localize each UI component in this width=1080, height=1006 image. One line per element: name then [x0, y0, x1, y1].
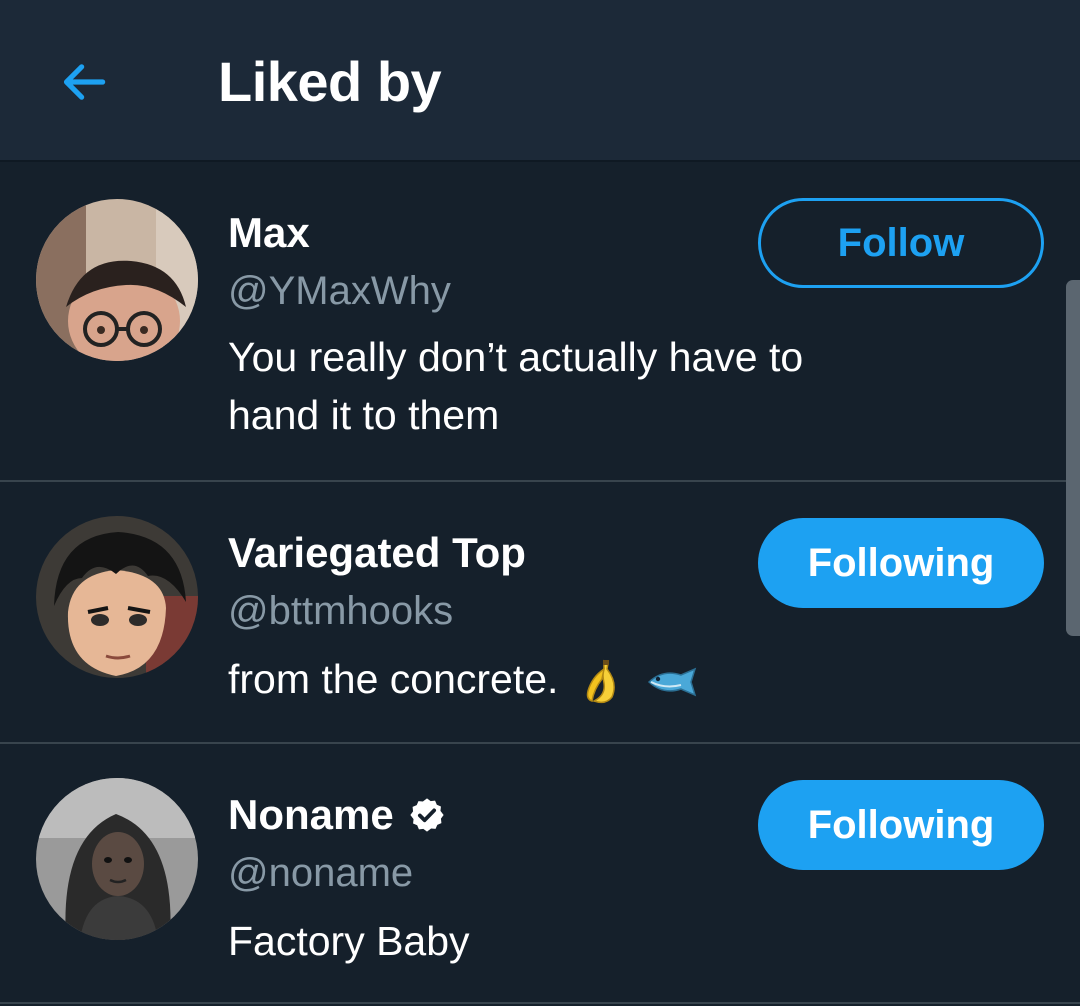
user-handle: @YMaxWhy	[228, 269, 451, 313]
scrollbar[interactable]	[1066, 280, 1080, 636]
user-photo-avatar	[36, 199, 198, 361]
user-row[interactable]: Max @YMaxWhy You really don’t actually h…	[0, 162, 1080, 482]
user-bio: from the concrete.	[228, 650, 908, 708]
user-bio-line: You really don’t actually have to	[228, 334, 804, 380]
banana-icon	[586, 659, 615, 704]
user-bio: Factory Baby	[228, 918, 470, 964]
avatar[interactable]	[36, 516, 198, 678]
back-button[interactable]	[46, 44, 122, 120]
user-row[interactable]: Noname @noname Factory Baby Following	[0, 744, 1080, 1004]
user-handle: @noname	[228, 851, 414, 895]
user-photo-avatar	[36, 778, 198, 940]
arrow-left-icon	[63, 64, 106, 100]
follow-button[interactable]: Follow	[758, 198, 1044, 288]
avatar[interactable]	[36, 778, 198, 940]
user-bio: You really don’t actually have to hand i…	[228, 328, 908, 444]
user-bio-text: from the concrete.	[228, 656, 559, 702]
top-app-bar: Liked by	[0, 0, 1080, 162]
anime-character-avatar	[36, 516, 198, 678]
liked-by-screen: Liked by Max @YMaxWhy You really don’t a…	[0, 0, 1080, 1006]
user-name[interactable]: Noname	[228, 790, 446, 840]
user-bio-line: hand it to them	[228, 392, 500, 438]
avatar[interactable]	[36, 199, 198, 361]
user-name-text: Noname	[228, 791, 394, 838]
user-name-text: Variegated Top	[228, 529, 526, 576]
following-button[interactable]: Following	[758, 780, 1044, 870]
user-list: Max @YMaxWhy You really don’t actually h…	[0, 162, 1080, 1004]
user-row[interactable]: Variegated Top @bttmhooks from the concr…	[0, 482, 1080, 744]
user-name[interactable]: Max	[228, 208, 310, 258]
user-handle: @bttmhooks	[228, 589, 454, 633]
following-button[interactable]: Following	[758, 518, 1044, 608]
fish-icon	[648, 667, 697, 697]
verified-badge-icon	[410, 798, 444, 832]
page-title: Liked by	[218, 50, 442, 113]
user-name[interactable]: Variegated Top	[228, 528, 526, 578]
user-name-text: Max	[228, 209, 310, 256]
